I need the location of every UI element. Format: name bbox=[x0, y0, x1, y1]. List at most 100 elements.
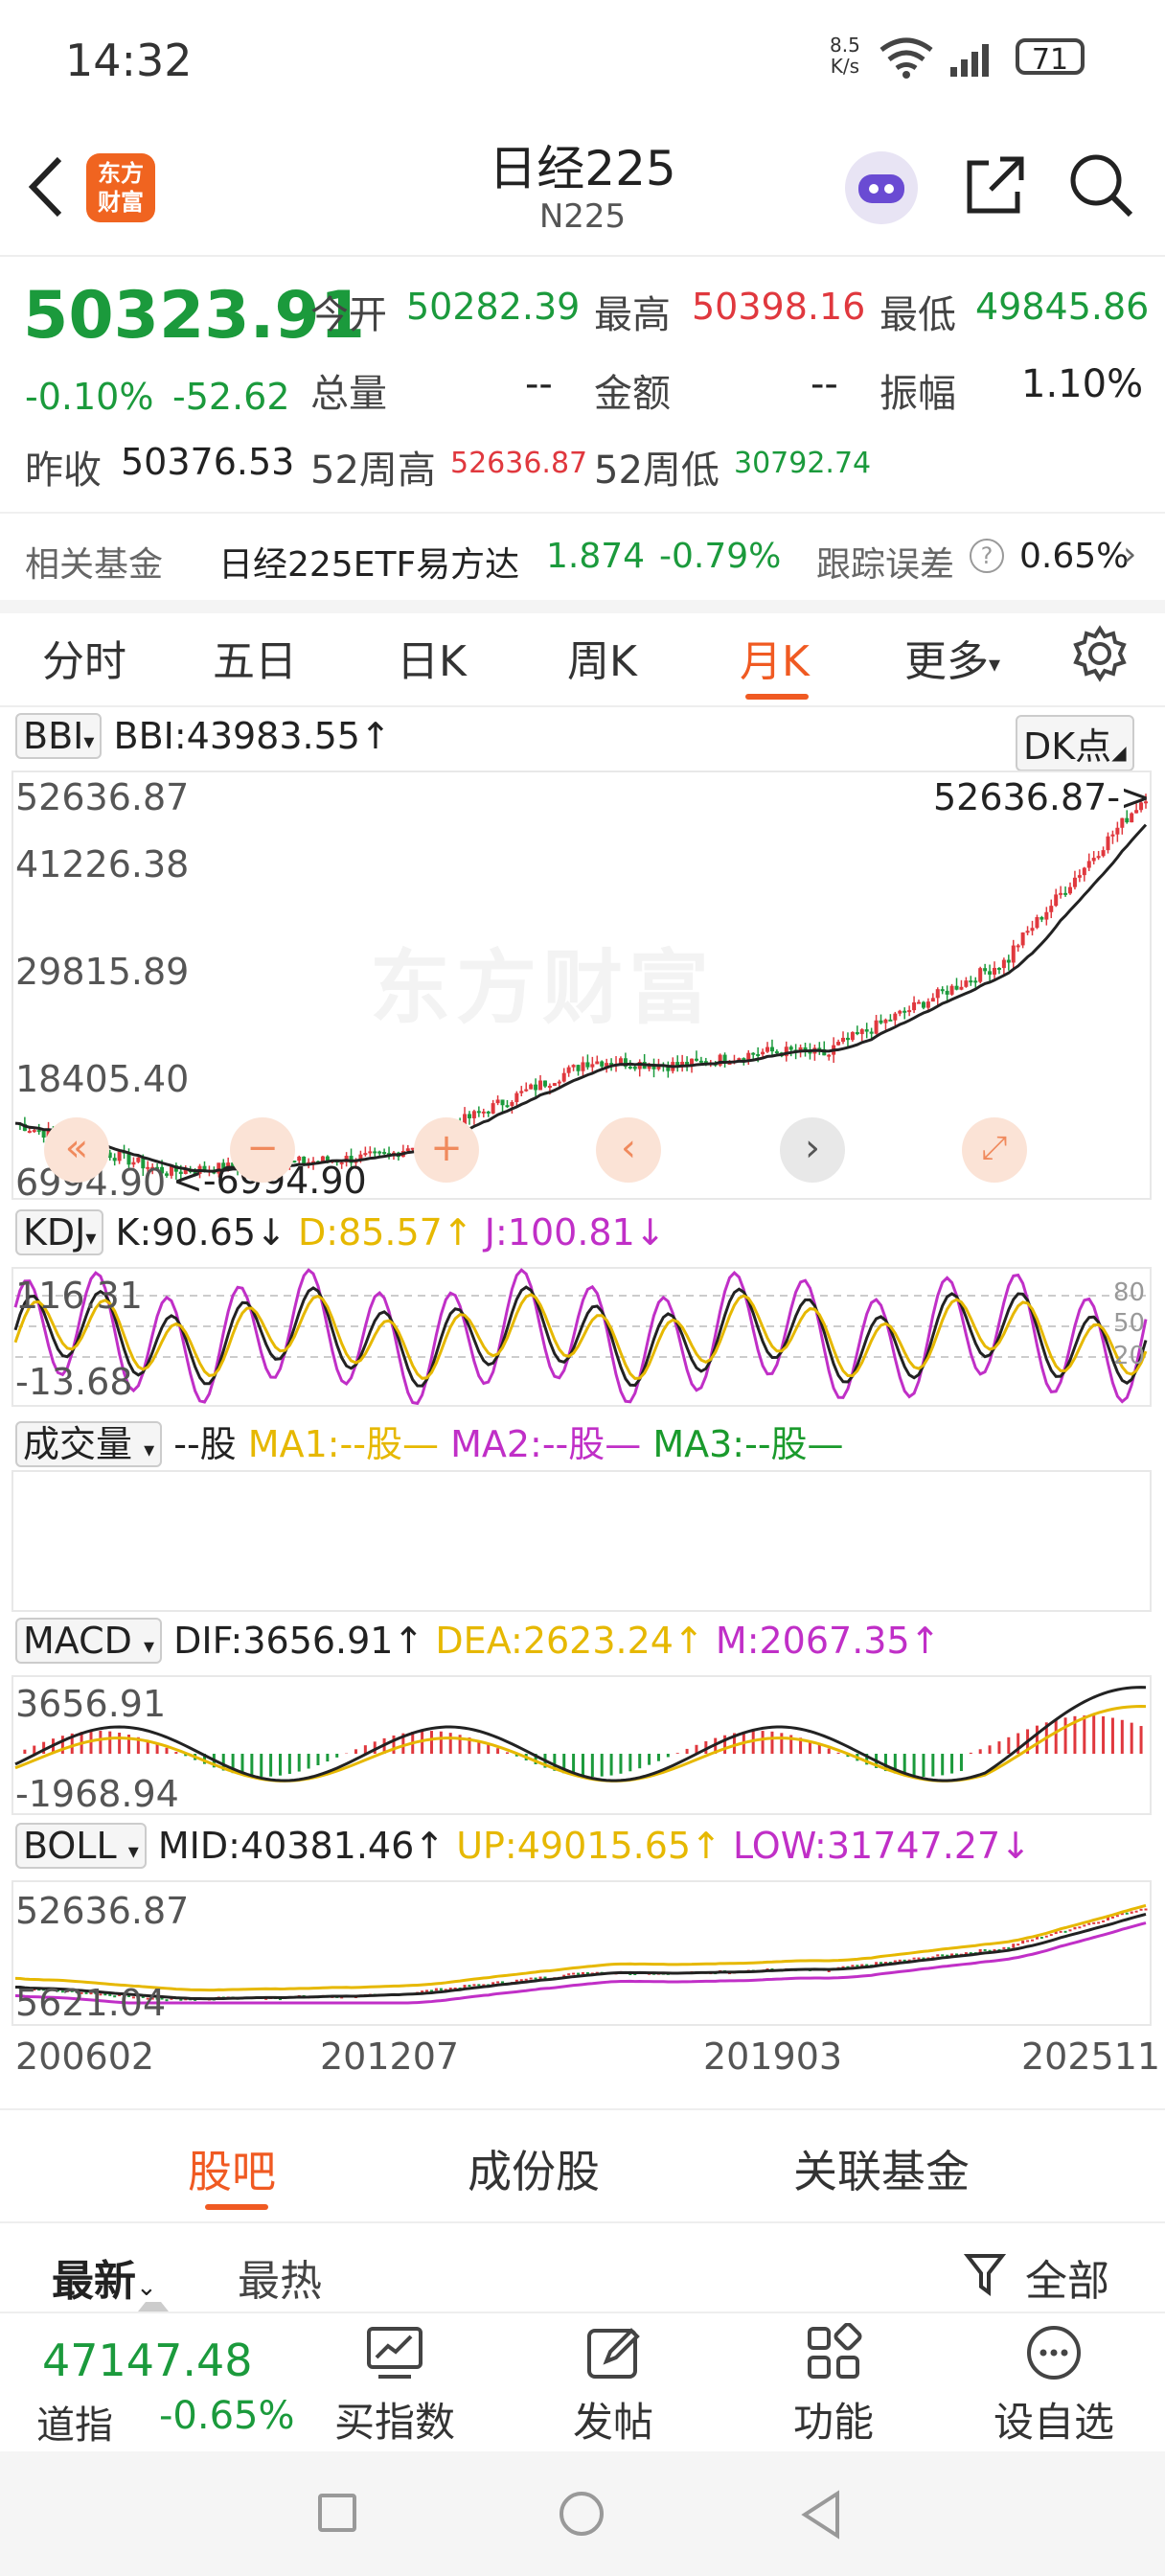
caret-down-icon: ▾ bbox=[144, 1635, 155, 1659]
boll-candle bbox=[425, 1990, 429, 1992]
boll-candle bbox=[1078, 1926, 1082, 1929]
macd-dif-line bbox=[14, 1686, 1147, 1782]
scroll-left-button[interactable]: ‹ bbox=[596, 1117, 661, 1183]
kline-candle-body bbox=[514, 1092, 519, 1103]
boll-candle bbox=[468, 1985, 471, 1988]
boll-candle bbox=[577, 1972, 581, 1975]
boll-low-line bbox=[14, 1921, 1147, 2005]
macd-dif: DIF:3656.91↑ bbox=[173, 1620, 424, 1662]
boll-candle bbox=[1002, 1946, 1006, 1949]
boll-candle bbox=[1049, 1934, 1053, 1937]
zoom-in-button[interactable]: + bbox=[414, 1117, 479, 1183]
kline-candle-body bbox=[36, 1130, 41, 1133]
zoom-out-button[interactable]: − bbox=[230, 1117, 295, 1183]
sort-hot[interactable]: 最热 bbox=[238, 2246, 322, 2308]
kline-candle-body bbox=[788, 1046, 793, 1050]
kline-candle-body bbox=[1035, 916, 1039, 929]
kline-candle-body bbox=[595, 1061, 600, 1065]
kline-candle-body bbox=[590, 1064, 595, 1068]
filter-all[interactable]: 全部 bbox=[1025, 2246, 1109, 2308]
tab-components[interactable]: 成份股 bbox=[468, 2137, 600, 2200]
kline-candle-body bbox=[769, 1046, 774, 1052]
kline-candle-body bbox=[921, 1001, 925, 1008]
kline-candle-body bbox=[476, 1111, 481, 1114]
kline-candle-body bbox=[571, 1065, 576, 1068]
recent-apps-icon[interactable] bbox=[318, 2494, 356, 2532]
kline-candle-body bbox=[751, 1052, 756, 1055]
kdj-k: K:90.65↓ bbox=[115, 1211, 286, 1254]
kline-candle-body bbox=[519, 1091, 524, 1093]
kline-candle-body bbox=[827, 1054, 832, 1057]
fullscreen-button[interactable]: ⤢ bbox=[962, 1117, 1027, 1183]
macd-selector-label: MACD bbox=[23, 1620, 132, 1662]
tab-guba[interactable]: 股吧 bbox=[188, 2137, 276, 2200]
index-ticker-price[interactable]: 47147.48 bbox=[42, 2334, 253, 2386]
boll-candle bbox=[529, 1977, 533, 1980]
index-ticker-name: 道指 bbox=[36, 2404, 113, 2448]
kline-candle-body bbox=[495, 1099, 500, 1104]
caret-down-icon: ▾ bbox=[85, 1227, 97, 1251]
boll-candle bbox=[1059, 1930, 1062, 1933]
kline-y-max: 52636.87 bbox=[15, 776, 190, 818]
kline-candle-body bbox=[1054, 894, 1059, 907]
add-watchlist-button[interactable]: 设自选 bbox=[958, 2323, 1150, 2449]
kline-candle-body bbox=[581, 1062, 585, 1071]
boll-candle bbox=[1063, 1930, 1067, 1933]
rewind-button[interactable]: « bbox=[44, 1117, 109, 1183]
kline-candle-body bbox=[945, 990, 949, 995]
volume-ma3: MA3:--股— bbox=[652, 1423, 844, 1465]
tab-related-funds[interactable]: 关联基金 bbox=[793, 2137, 970, 2200]
kdj-selector-label: KDJ bbox=[23, 1211, 86, 1254]
indicator-selector-volume[interactable]: 成交量 ▾ bbox=[15, 1421, 163, 1467]
kline-candle-body bbox=[912, 1002, 917, 1011]
kdj-y-max: 116.31 bbox=[15, 1275, 143, 1317]
kline-candle-body bbox=[988, 971, 993, 975]
kline-candle-body bbox=[1001, 959, 1006, 969]
kline-candle-body bbox=[1030, 928, 1035, 932]
boll-candle bbox=[519, 1979, 523, 1982]
kline-y-4: 18405.40 bbox=[15, 1058, 190, 1100]
boll-legend: BOLL ▾ MID:40381.46↑ UP:49015.65↑ LOW:31… bbox=[15, 1823, 1031, 1869]
x-label-2: 201207 bbox=[320, 2036, 460, 2078]
boll-candle bbox=[434, 1988, 438, 1991]
boll-up: UP:49015.65↑ bbox=[456, 1825, 721, 1867]
back-nav-icon[interactable] bbox=[799, 2490, 843, 2540]
boll-candle bbox=[534, 1977, 537, 1980]
kline-candle-body bbox=[969, 980, 973, 983]
functions-button[interactable]: 功能 bbox=[738, 2323, 929, 2449]
kline-candle-body bbox=[566, 1067, 571, 1073]
indicator-selector-kdj[interactable]: KDJ▾ bbox=[15, 1209, 104, 1255]
boll-candle bbox=[1068, 1929, 1072, 1932]
boll-candle bbox=[1110, 1916, 1114, 1919]
scroll-right-button[interactable]: › bbox=[780, 1117, 845, 1183]
kline-candle-body bbox=[552, 1083, 557, 1086]
kline-candle-body bbox=[1082, 867, 1086, 876]
filter-icon[interactable] bbox=[964, 2252, 1006, 2298]
indicator-selector-boll[interactable]: BOLL ▾ bbox=[15, 1823, 147, 1869]
kline-candle-body bbox=[973, 980, 978, 983]
indicator-selector-macd[interactable]: MACD ▾ bbox=[15, 1618, 163, 1664]
post-button[interactable]: 发帖 bbox=[517, 2323, 709, 2449]
kline-candle-body bbox=[756, 1054, 761, 1057]
kdj-level-50: 50 bbox=[1113, 1309, 1146, 1338]
buy-index-label: 买指数 bbox=[333, 2399, 455, 2446]
kdj-level-80: 80 bbox=[1113, 1278, 1146, 1307]
buy-index-button[interactable]: 买指数 bbox=[299, 2323, 491, 2449]
macd-dea-line bbox=[14, 1705, 1147, 1782]
home-icon[interactable] bbox=[560, 2492, 604, 2536]
kline-candle-body bbox=[1006, 959, 1011, 963]
sort-latest[interactable]: 最新⌄ bbox=[52, 2246, 157, 2308]
post-label: 发帖 bbox=[572, 2399, 653, 2446]
kline-candle-body bbox=[547, 1085, 552, 1088]
kline-candle-body bbox=[1086, 861, 1091, 868]
chevron-down-icon: ⌄ bbox=[136, 2273, 157, 2302]
kline-candle-body bbox=[694, 1058, 698, 1061]
boll-candle bbox=[917, 1957, 921, 1960]
boll-candle bbox=[1012, 1944, 1016, 1948]
kline-candle-body bbox=[993, 967, 997, 975]
boll-candle bbox=[581, 1971, 584, 1975]
boll-y-min: 5621.04 bbox=[15, 1982, 167, 2024]
kline-candle-body bbox=[1077, 875, 1082, 878]
kline-candle-body bbox=[893, 1013, 898, 1021]
kline-candle-body bbox=[377, 1151, 382, 1154]
